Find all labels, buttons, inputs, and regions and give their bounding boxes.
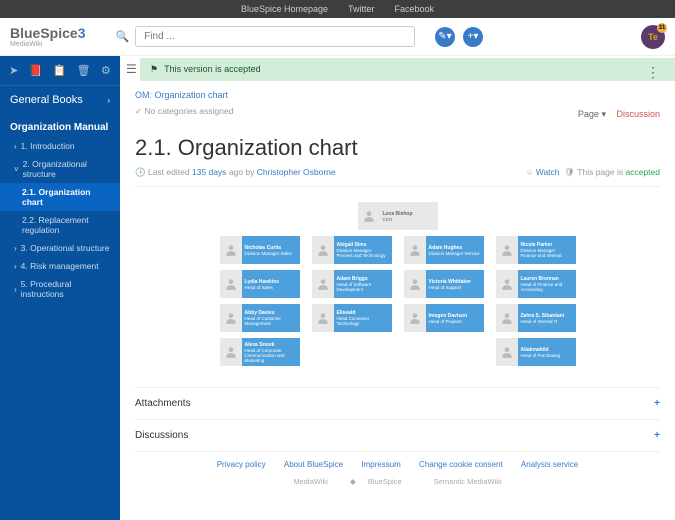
person-icon bbox=[496, 236, 518, 264]
sidebar-tools: ➤ 📕 📋 🗑 ⚙ bbox=[0, 56, 120, 86]
chevron-right-icon: › bbox=[107, 96, 110, 105]
org-node[interactable]: Victoria WhittakerHead of Support bbox=[404, 270, 484, 298]
clock-icon: 🕓 bbox=[135, 167, 146, 177]
avatar[interactable]: Te 31 bbox=[641, 25, 665, 49]
gear-icon[interactable]: ⚙ bbox=[101, 64, 111, 77]
sidebar-subitem[interactable]: 2.2. Replacement regulation bbox=[0, 211, 120, 239]
sidebar-item[interactable]: ˅2. Organizational structure bbox=[0, 155, 120, 183]
sidebar-subitem[interactable]: 2.1. Organization chart bbox=[0, 183, 120, 211]
tab-page[interactable]: Page ▾ bbox=[578, 109, 606, 119]
top-link-facebook[interactable]: Facebook bbox=[395, 4, 435, 14]
org-node[interactable]: Alexa SnookHead of Corporate Communicati… bbox=[220, 338, 300, 366]
org-node[interactable]: Nicole ParkerDivision Manager Finance an… bbox=[496, 236, 576, 264]
person-icon bbox=[496, 338, 518, 366]
org-chart: Luca BishopCEO Nicholas CurtisDivision M… bbox=[135, 187, 660, 387]
person-icon bbox=[404, 304, 426, 332]
person-icon bbox=[404, 236, 426, 264]
sidebar-title: Organization Manual bbox=[0, 114, 120, 137]
search-icon: 🔍 bbox=[116, 30, 130, 43]
sidebar-item[interactable]: ›5. Procedural instructions bbox=[0, 275, 120, 303]
person-icon bbox=[496, 304, 518, 332]
star-icon: ☆ bbox=[526, 167, 534, 177]
footer-analysis[interactable]: Analysis service bbox=[521, 460, 578, 469]
person-icon bbox=[312, 236, 334, 264]
person-icon bbox=[496, 270, 518, 298]
org-node[interactable]: Lauren BrennanHead of Finance and Accoun… bbox=[496, 270, 576, 298]
org-node[interactable]: Abby DaviesHead of Customer Management bbox=[220, 304, 300, 332]
meta-row: 🕓 Last edited 135 days ago by Christophe… bbox=[135, 167, 660, 187]
plus-icon: + bbox=[654, 398, 660, 409]
org-node[interactable]: Luca BishopCEO bbox=[358, 202, 438, 230]
org-node[interactable]: Adam BriggsHead of Software Development bbox=[312, 270, 392, 298]
edit-button[interactable]: ✎▾ bbox=[435, 27, 455, 47]
tab-discussion[interactable]: Discussion bbox=[616, 109, 660, 119]
person-icon bbox=[220, 338, 242, 366]
top-link-twitter[interactable]: Twitter bbox=[348, 4, 375, 14]
org-node[interactable]: Imogen DavisonHead of Projects bbox=[404, 304, 484, 332]
person-icon bbox=[220, 236, 242, 264]
meta-days[interactable]: 135 days bbox=[192, 167, 227, 177]
version-notice: ⚑ This version is accepted bbox=[140, 58, 675, 81]
sidebar-item[interactable]: ›1. Introduction bbox=[0, 137, 120, 155]
flag-icon: ⚑ bbox=[150, 64, 158, 75]
person-icon bbox=[358, 202, 380, 230]
footer-powered: MediaWiki ◆ BlueSpice Semantic MediaWiki bbox=[135, 473, 660, 490]
sidebar: ➤ 📕 📋 🗑 ⚙ General Books › Organization M… bbox=[0, 56, 120, 520]
add-button[interactable]: +▾ bbox=[463, 27, 483, 47]
org-node[interactable]: Abigail SimsDivision Manager Process and… bbox=[312, 236, 392, 264]
org-node[interactable]: Adam HughesDivision Manager Service bbox=[404, 236, 484, 264]
footer-privacy[interactable]: Privacy policy bbox=[217, 460, 266, 469]
clipboard-icon[interactable]: 📋 bbox=[53, 64, 67, 77]
footer-about[interactable]: About BlueSpice bbox=[284, 460, 343, 469]
plus-icon: + bbox=[654, 430, 660, 441]
org-node[interactable]: Zahra S. SibantaniHead of Internal IT bbox=[496, 304, 576, 332]
page-actions: Page ▾ Discussion bbox=[570, 109, 660, 120]
person-icon bbox=[220, 304, 242, 332]
section-attachments[interactable]: Attachments + bbox=[135, 387, 660, 419]
org-node[interactable]: Lydia HawkinsHead of Sales bbox=[220, 270, 300, 298]
meta-author[interactable]: Christopher Osborne bbox=[257, 167, 336, 177]
top-bar: BlueSpice Homepage Twitter Facebook bbox=[0, 0, 675, 18]
page-title: 2.1. Organization chart bbox=[135, 125, 660, 167]
org-node[interactable]: AliakmahildHead of Purchasing bbox=[496, 338, 576, 366]
person-icon bbox=[220, 270, 242, 298]
kebab-menu-icon[interactable]: ⋮ bbox=[646, 64, 660, 81]
shield-icon: 🛡 bbox=[564, 167, 575, 177]
breadcrumb-ns[interactable]: OM bbox=[135, 90, 150, 100]
trash-icon[interactable]: 🗑 bbox=[77, 64, 91, 77]
org-node[interactable]: Nicholas CurtisDivision Manager Sales bbox=[220, 236, 300, 264]
breadcrumb-page[interactable]: Organization chart bbox=[155, 90, 229, 100]
search-wrap: 🔍 bbox=[116, 26, 421, 47]
sidebar-section-general-books[interactable]: General Books › bbox=[0, 86, 120, 114]
sidebar-item[interactable]: ›3. Operational structure bbox=[0, 239, 120, 257]
section-discussions[interactable]: Discussions + bbox=[135, 419, 660, 451]
header: BlueSpice3 MediaWiki 🔍 ✎▾ +▾ Te 31 bbox=[0, 18, 675, 56]
content: ☰ ⚑ This version is accepted ⋮ OM: Organ… bbox=[120, 56, 675, 520]
footer-impressum[interactable]: Impressum bbox=[361, 460, 401, 469]
watch-link[interactable]: Watch bbox=[536, 167, 560, 177]
notification-badge: 31 bbox=[657, 23, 667, 33]
breadcrumb: OM: Organization chart bbox=[135, 82, 660, 104]
person-icon bbox=[312, 304, 334, 332]
person-icon bbox=[404, 270, 426, 298]
footer-links: Privacy policy About BlueSpice Impressum… bbox=[135, 451, 660, 473]
footer-cookie[interactable]: Change cookie consent bbox=[419, 460, 503, 469]
search-input[interactable] bbox=[135, 26, 415, 47]
header-actions: ✎▾ +▾ Te 31 bbox=[435, 25, 665, 49]
org-node[interactable]: ElisealdHead Consumer Technology bbox=[312, 304, 392, 332]
book-icon[interactable]: 📕 bbox=[29, 64, 43, 77]
person-icon bbox=[312, 270, 334, 298]
nav-icon[interactable]: ➤ bbox=[9, 64, 18, 77]
top-link-homepage[interactable]: BlueSpice Homepage bbox=[241, 4, 328, 14]
hamburger-icon[interactable]: ☰ bbox=[120, 56, 140, 82]
sidebar-item[interactable]: ›4. Risk management bbox=[0, 257, 120, 275]
logo[interactable]: BlueSpice3 MediaWiki bbox=[10, 25, 86, 48]
